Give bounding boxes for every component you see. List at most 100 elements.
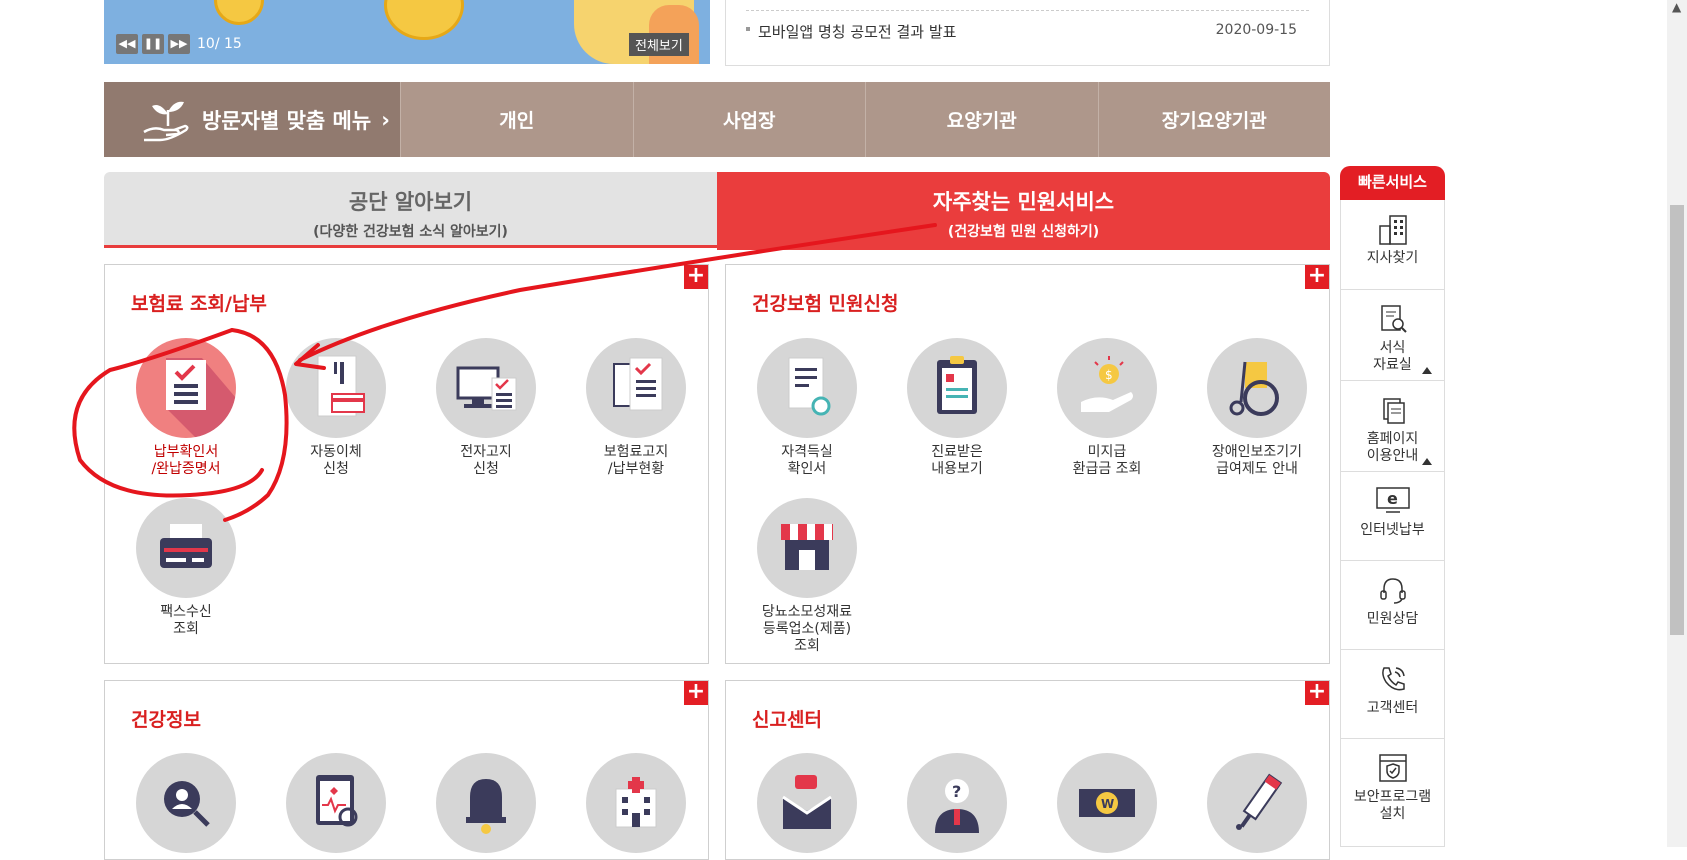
phone-icon — [1381, 667, 1405, 691]
service-e-notice[interactable]: 전자고지 신청 — [411, 338, 561, 478]
service-auto-transfer[interactable]: 자동이체 신청 — [261, 338, 411, 478]
fax-circle — [136, 498, 236, 598]
service-report-chat[interactable] — [732, 753, 882, 853]
hospital-icon — [615, 777, 657, 828]
service-label: 당뇨소모성재료 등록업소(제품) 조회 — [761, 604, 853, 654]
visitor-tab-longterm-care[interactable]: 장기요양기관 — [1097, 82, 1331, 157]
visitor-tab-care-institution[interactable]: 요양기관 — [865, 82, 1098, 157]
tab-subtitle: (다양한 건강보험 소식 알아보기) — [313, 224, 508, 240]
quick-branch-finder[interactable]: 지사찾기 — [1340, 200, 1445, 290]
service-report-injection[interactable] — [1182, 753, 1332, 853]
chat-mail-icon — [782, 775, 832, 829]
slide-counter: 10/ 15 — [197, 36, 242, 52]
prev-icon[interactable]: ◀◀ — [116, 34, 138, 54]
certificate-icon — [788, 357, 831, 416]
service-fax-receipt[interactable]: 팩스수신 조회 — [111, 498, 261, 638]
next-icon[interactable]: ▶▶ — [168, 34, 190, 54]
clipboard-icon — [937, 356, 977, 414]
assistive-device-circle — [1207, 338, 1307, 438]
service-assistive-device[interactable]: 장애인보조기기 급여제도 안내 — [1182, 338, 1332, 478]
service-unpaid-refund[interactable]: $ 미지급 환급금 조회 — [1032, 338, 1182, 478]
service-health-checkup[interactable] — [261, 753, 411, 853]
bullet — [746, 27, 750, 31]
service-premium-status[interactable]: 보험료고지 /납부현황 — [561, 338, 711, 478]
report-money-circle: W — [1057, 753, 1157, 853]
quick-civil-consult[interactable]: 민원상담 — [1340, 561, 1445, 650]
scroll-up-icon[interactable]: ▲ — [1672, 0, 1681, 14]
visitor-tab-individual[interactable]: 개인 — [400, 82, 633, 157]
service-payment-certificate[interactable]: 납부확인서 /완납증명서 — [111, 338, 261, 478]
service-label: 자격득실 확인서 — [781, 444, 833, 477]
service-health-search[interactable] — [111, 753, 261, 853]
promo-banner[interactable]: ◀◀ ❚❚ ▶▶ 10/ 15 전체보기 — [104, 0, 710, 64]
bell-icon — [466, 779, 506, 834]
more-plus-button[interactable]: + — [1305, 265, 1329, 289]
document-check-icon — [166, 358, 236, 438]
report-injection-circle — [1207, 753, 1307, 853]
quick-security-install[interactable]: 보안프로그램 설치 — [1340, 739, 1445, 847]
quick-forms-library[interactable]: 서식 자료실 — [1340, 290, 1445, 381]
divider — [746, 10, 1309, 11]
visitor-menu-bar: 방문자별 맞춤 메뉴 › 개인 사업장 요양기관 장기요양기관 — [104, 82, 1330, 157]
service-medical-history[interactable]: 진료받은 내용보기 — [882, 338, 1032, 478]
medical-history-circle — [907, 338, 1007, 438]
quick-service-title: 빠른서비스 — [1340, 166, 1445, 200]
payment-certificate-circle — [136, 338, 236, 438]
svg-text:e: e — [1387, 489, 1398, 508]
service-label: 전자고지 신청 — [460, 444, 512, 477]
premium-status-circle — [586, 338, 686, 438]
service-diabetes-supplies[interactable]: 당뇨소모성재료 등록업소(제품) 조회 — [732, 498, 882, 655]
tab-learn-corporation[interactable]: 공단 알아보기 (다양한 건강보험 소식 알아보기) — [104, 172, 717, 248]
headset-icon — [1379, 578, 1406, 604]
page-scrollbar[interactable]: ▲ — [1667, 0, 1687, 847]
pause-icon[interactable]: ❚❚ — [142, 34, 164, 54]
svg-text:?: ? — [952, 782, 961, 801]
service-report-money[interactable]: W — [1032, 753, 1182, 853]
tab-frequent-services[interactable]: 자주찾는 민원서비스 (건강보험 민원 신청하기) — [717, 172, 1330, 250]
service-eligibility-certificate[interactable]: 자격득실 확인서 — [732, 338, 882, 478]
health-checkup-circle — [286, 753, 386, 853]
visitor-menu-label: 방문자별 맞춤 메뉴 — [202, 108, 372, 133]
hand-coin-icon: $ — [1081, 356, 1133, 412]
quick-homepage-guide[interactable]: 홈페이지 이용안내 — [1340, 381, 1445, 472]
service-hospital-search[interactable] — [561, 753, 711, 853]
expand-arrow-icon — [1422, 458, 1432, 465]
security-window-icon — [1378, 754, 1407, 782]
notice-link[interactable]: 모바일앱 명칭 공모전 결과 발표 — [758, 21, 956, 42]
scroll-thumb[interactable] — [1670, 205, 1684, 635]
quick-label: 지사찾기 — [1366, 250, 1419, 266]
auto-transfer-circle — [286, 338, 386, 438]
visitor-tab-business[interactable]: 사업장 — [632, 82, 866, 157]
svg-text:$: $ — [1105, 368, 1113, 382]
more-plus-button[interactable]: + — [684, 681, 708, 705]
eligibility-circle — [757, 338, 857, 438]
person-question-icon: ? — [935, 779, 979, 833]
more-plus-button[interactable]: + — [1305, 681, 1329, 705]
quick-customer-center[interactable]: 고객센터 — [1340, 650, 1445, 739]
panel-report-center: 신고센터 + ? W — [725, 680, 1330, 860]
medical-report-icon — [316, 775, 358, 827]
tab-title: 공단 알아보기 — [348, 190, 473, 214]
service-label: 장애인보조기기 급여제도 안내 — [1211, 444, 1303, 477]
panel-civil-service: 건강보험 민원신청 + 자격득실 확인서 진료받은 내용보기 $ 미지급 환급금… — [725, 264, 1330, 664]
refund-circle: $ — [1057, 338, 1157, 438]
service-label: 팩스수신 조회 — [160, 604, 212, 637]
store-icon — [781, 524, 833, 570]
service-health-alert[interactable] — [411, 753, 561, 853]
notice-date: 2020-09-15 — [1215, 22, 1297, 38]
e-notice-circle — [436, 338, 536, 438]
expand-arrow-icon — [1422, 367, 1432, 374]
visitor-menu-title[interactable]: 방문자별 맞춤 메뉴 › — [104, 82, 400, 157]
banknote-icon: W — [1079, 789, 1135, 817]
more-plus-button[interactable]: + — [684, 265, 708, 289]
quick-internet-payment[interactable]: e 인터넷납부 — [1340, 472, 1445, 561]
quick-service-sidebar: 빠른서비스 지사찾기 서식 자료실 홈페이지 이용안내 e 인터넷납부 민원상담… — [1340, 166, 1445, 847]
view-all-button[interactable]: 전체보기 — [629, 33, 689, 56]
chevron-right-icon: › — [381, 107, 390, 132]
service-report-question[interactable]: ? — [882, 753, 1032, 853]
report-question-circle: ? — [907, 753, 1007, 853]
notice-box: 모바일앱 명칭 공모전 결과 발표 2020-09-15 — [725, 0, 1330, 66]
document-search-icon — [1380, 305, 1407, 333]
health-alert-circle — [436, 753, 536, 853]
documents-icon — [613, 357, 663, 411]
